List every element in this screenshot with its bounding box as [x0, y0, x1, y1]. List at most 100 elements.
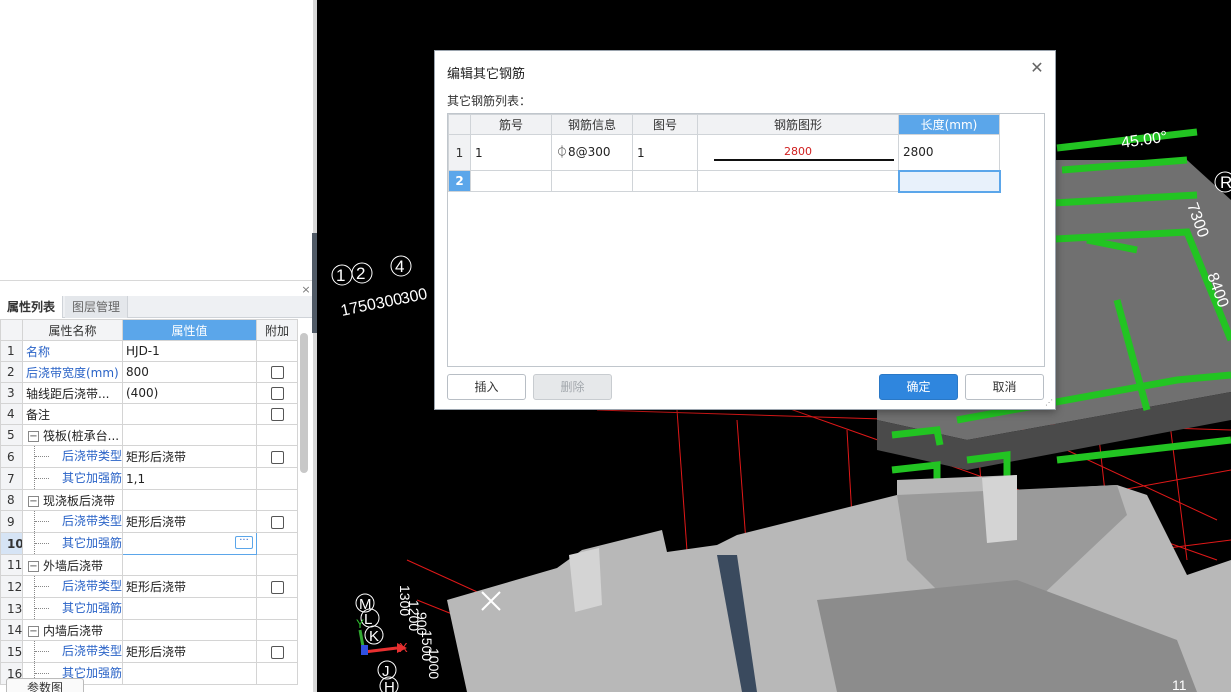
- bar-shape-cell[interactable]: 2800: [697, 134, 899, 171]
- tab-layer-management[interactable]: 图层管理: [65, 296, 129, 318]
- rebar-row-number[interactable]: 1: [448, 134, 471, 171]
- property-value-cell[interactable]: HJD-1: [122, 340, 257, 362]
- length-cell[interactable]: 2800: [898, 134, 1000, 171]
- property-name-cell[interactable]: 后浇带类型: [22, 640, 123, 663]
- property-name-cell[interactable]: 其它加强筋: [22, 532, 123, 555]
- collapse-icon[interactable]: −: [28, 430, 39, 442]
- vertical-scrollbar[interactable]: [300, 333, 308, 473]
- property-row-number[interactable]: 5: [0, 424, 23, 446]
- property-value-cell[interactable]: (400): [122, 382, 257, 404]
- property-row[interactable]: 2 后浇带宽度(mm) 800: [0, 361, 298, 383]
- property-value-cell[interactable]: 1,1: [122, 467, 257, 490]
- attach-checkbox[interactable]: [270, 515, 284, 529]
- attach-checkbox[interactable]: [270, 387, 284, 400]
- property-value-cell[interactable]: [122, 597, 257, 620]
- column-header-extra: 附加: [256, 319, 298, 341]
- property-name-cell[interactable]: 后浇带类型: [22, 575, 123, 598]
- property-name-cell[interactable]: − 内墙后浇带: [22, 619, 123, 641]
- figure-no-cell[interactable]: 1: [632, 134, 698, 171]
- property-name-cell[interactable]: 名称: [22, 340, 123, 362]
- parameter-diagram-button[interactable]: 参数图: [6, 678, 84, 692]
- close-icon[interactable]: ✕: [1029, 60, 1045, 76]
- property-value-cell[interactable]: 矩形后浇带: [122, 445, 257, 468]
- property-name-cell[interactable]: 备注: [22, 403, 123, 425]
- property-row[interactable]: 15 后浇带类型 矩形后浇带: [0, 640, 298, 663]
- insert-button[interactable]: 插入: [447, 374, 526, 400]
- property-name-label: 后浇带类型: [62, 579, 123, 593]
- collapse-icon[interactable]: −: [28, 560, 39, 572]
- property-row[interactable]: 10 其它加强筋 ···: [0, 532, 298, 555]
- property-name-cell[interactable]: 其它加强筋: [22, 597, 123, 620]
- property-row[interactable]: 9 后浇带类型 矩形后浇带: [0, 510, 298, 533]
- property-row-number[interactable]: 4: [0, 403, 23, 425]
- property-value-cell[interactable]: [122, 554, 257, 576]
- rebar-row-number[interactable]: 2: [448, 170, 471, 192]
- property-value-cell[interactable]: 800: [122, 361, 257, 383]
- property-name-cell[interactable]: 后浇带类型: [22, 445, 123, 468]
- ok-button[interactable]: 确定: [879, 374, 958, 400]
- attach-checkbox[interactable]: [270, 450, 284, 464]
- figure-no-cell[interactable]: [632, 170, 698, 192]
- property-row[interactable]: 1 名称 HJD-1: [0, 340, 298, 362]
- property-name-cell[interactable]: − 筏板(桩承台...: [22, 424, 123, 446]
- property-value-cell[interactable]: [122, 662, 257, 685]
- property-row-number[interactable]: 11: [0, 554, 23, 576]
- property-name-cell[interactable]: 轴线距后浇带...: [22, 382, 123, 404]
- property-row-number[interactable]: 8: [0, 489, 23, 511]
- property-name-cell[interactable]: 后浇带类型: [22, 510, 123, 533]
- property-row[interactable]: 7 其它加强筋 1,1: [0, 467, 298, 490]
- property-row-number[interactable]: 1: [0, 340, 23, 362]
- property-row-number[interactable]: 14: [0, 619, 23, 641]
- property-value-editor[interactable]: ···: [122, 532, 257, 555]
- length-cell-active[interactable]: [897, 169, 1001, 193]
- property-row-number[interactable]: 2: [0, 361, 23, 383]
- delete-button[interactable]: 删除: [533, 374, 612, 400]
- bar-info-cell[interactable]: [551, 170, 633, 192]
- property-row-number[interactable]: 6: [0, 445, 23, 468]
- property-row[interactable]: 6 后浇带类型 矩形后浇带: [0, 445, 298, 468]
- property-row-number[interactable]: 7: [0, 467, 23, 490]
- property-row-number[interactable]: 13: [0, 597, 23, 620]
- property-name-cell[interactable]: − 现浇板后浇带: [22, 489, 123, 511]
- property-row[interactable]: 4 备注: [0, 403, 298, 425]
- collapse-icon[interactable]: −: [28, 625, 39, 637]
- property-name-cell[interactable]: 其它加强筋: [22, 467, 123, 490]
- property-row[interactable]: 11− 外墙后浇带: [0, 554, 298, 576]
- attach-checkbox[interactable]: [270, 366, 284, 379]
- property-value-cell[interactable]: [122, 403, 257, 425]
- property-row-number[interactable]: 12: [0, 575, 23, 598]
- property-row[interactable]: 14− 内墙后浇带: [0, 619, 298, 641]
- property-value-cell[interactable]: [122, 424, 257, 446]
- property-row[interactable]: 13 其它加强筋: [0, 597, 298, 620]
- attach-checkbox[interactable]: [270, 645, 284, 659]
- bar-info-cell[interactable]: ⏀8@300: [551, 134, 633, 171]
- tab-property-list[interactable]: 属性列表: [0, 296, 64, 318]
- property-row[interactable]: 5− 筏板(桩承台...: [0, 424, 298, 446]
- property-row-number[interactable]: 3: [0, 382, 23, 404]
- property-row-number[interactable]: 9: [0, 510, 23, 533]
- bar-no-cell[interactable]: [470, 170, 552, 192]
- property-row-number[interactable]: 15: [0, 640, 23, 663]
- property-row[interactable]: 8− 现浇板后浇带: [0, 489, 298, 511]
- collapse-icon[interactable]: −: [28, 495, 39, 507]
- attach-checkbox[interactable]: [270, 408, 284, 421]
- cancel-button[interactable]: 取消: [965, 374, 1044, 400]
- property-value-cell[interactable]: [122, 489, 257, 511]
- bar-shape-cell[interactable]: [697, 170, 899, 192]
- property-row[interactable]: 3 轴线距后浇带... (400): [0, 382, 298, 404]
- bar-no-cell[interactable]: 1: [470, 134, 552, 171]
- panel-close-icon[interactable]: ×: [300, 284, 312, 296]
- property-value-cell[interactable]: 矩形后浇带: [122, 575, 257, 598]
- property-name-label: 现浇板后浇带: [43, 493, 116, 508]
- attach-checkbox[interactable]: [270, 580, 284, 594]
- property-value-text: 矩形后浇带: [126, 450, 187, 464]
- property-value-cell[interactable]: [122, 619, 257, 641]
- property-name-cell[interactable]: − 外墙后浇带: [22, 554, 123, 576]
- property-value-cell[interactable]: 矩形后浇带: [122, 640, 257, 663]
- resize-grip-icon[interactable]: ⋰: [1045, 399, 1053, 407]
- property-value-cell[interactable]: 矩形后浇带: [122, 510, 257, 533]
- property-row-number[interactable]: 10: [0, 532, 23, 555]
- property-row[interactable]: 12 后浇带类型 矩形后浇带: [0, 575, 298, 598]
- ellipsis-button[interactable]: ···: [235, 536, 253, 549]
- property-name-cell[interactable]: 后浇带宽度(mm): [22, 361, 123, 383]
